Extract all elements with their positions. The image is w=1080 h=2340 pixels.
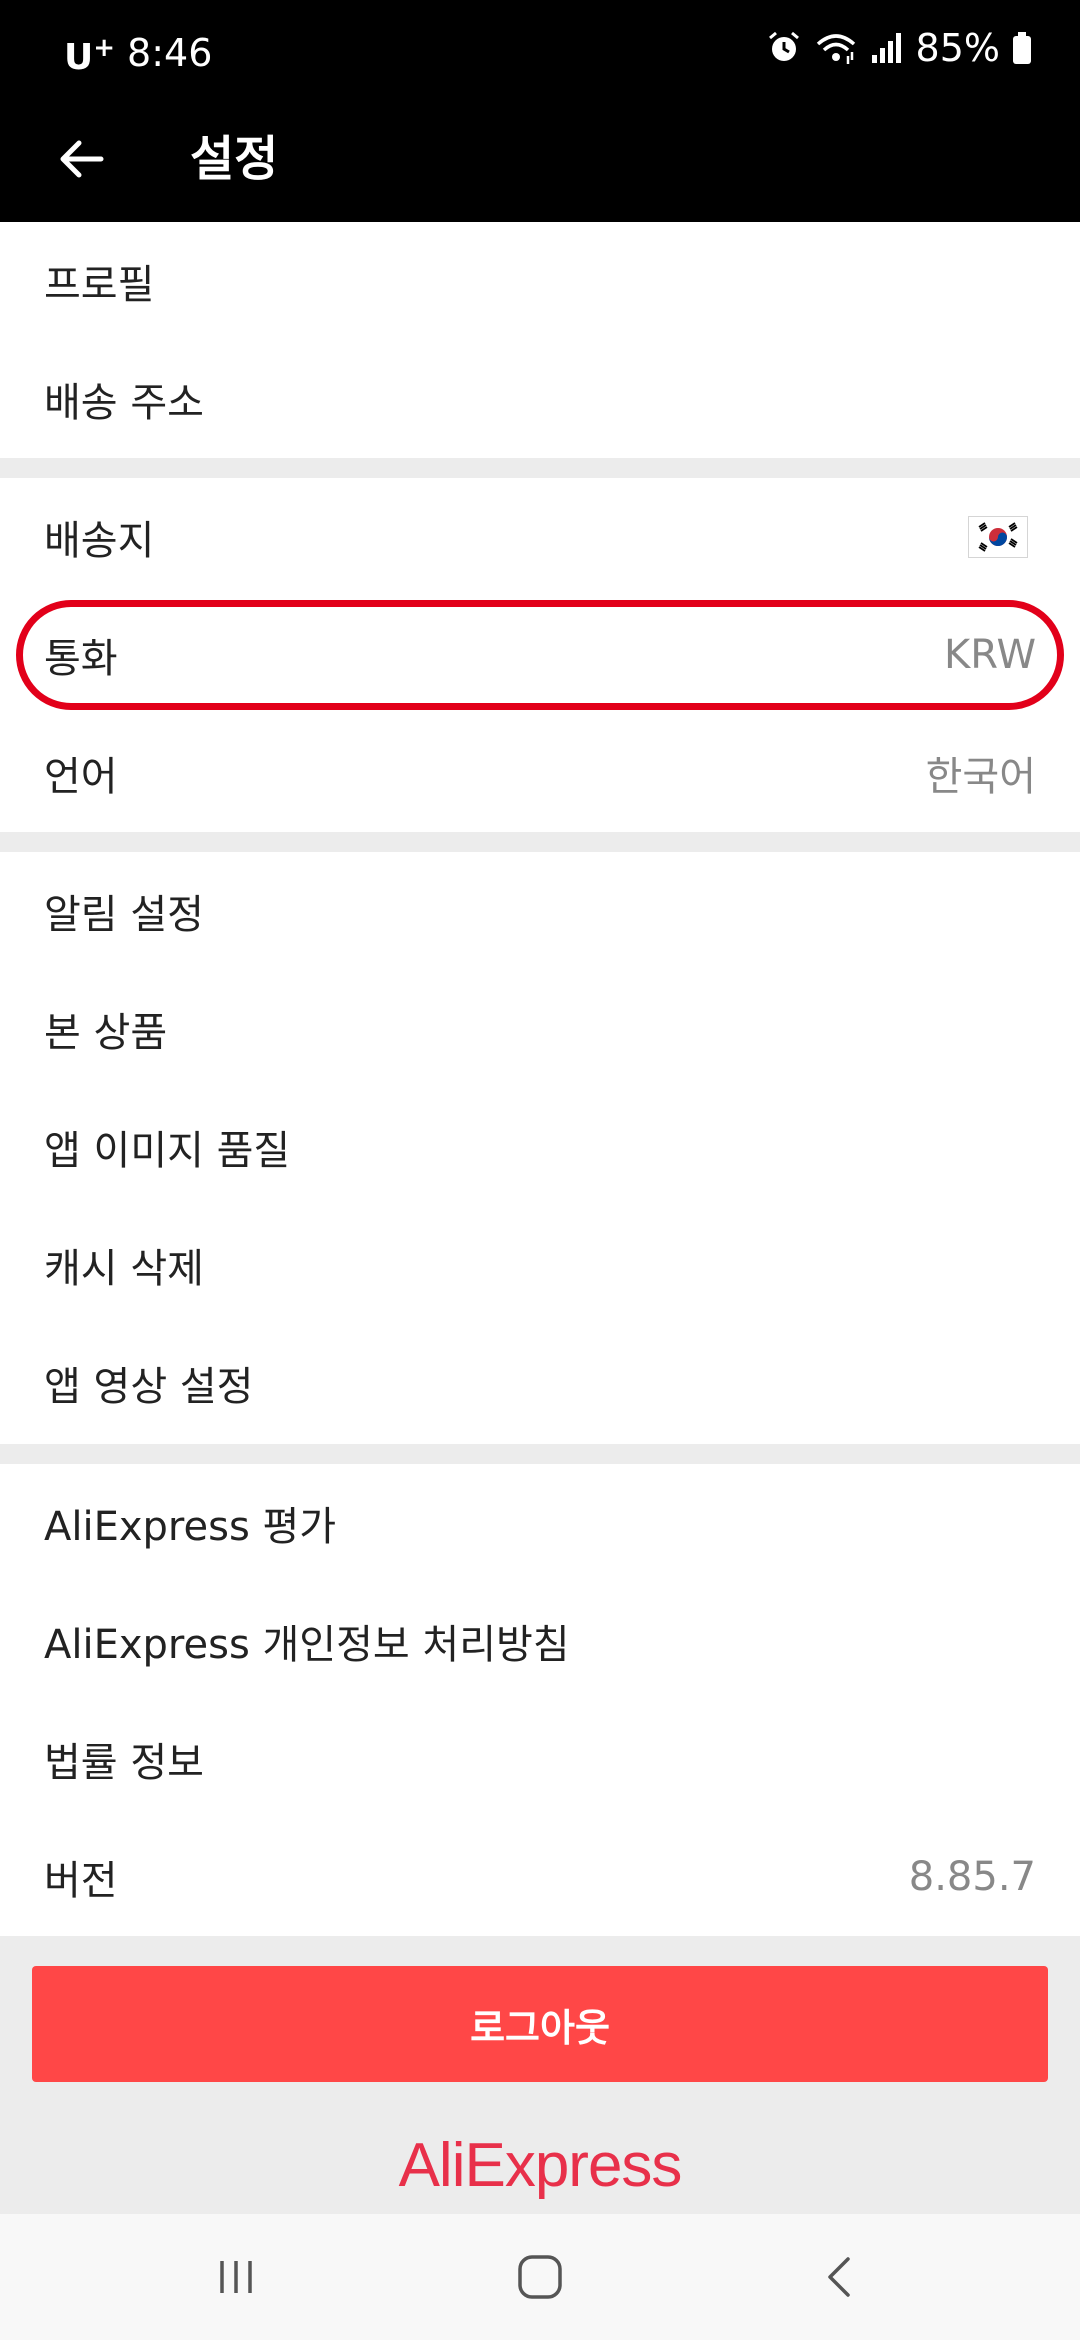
settings-item-label: 알림 설정 [44,892,204,938]
version-value: 8.85.7 [908,1854,1036,1900]
status-left: U+ 8:46 [64,22,212,84]
alarm-icon [766,30,802,66]
highlight-annotation [16,600,1064,710]
settings-item-legal-info[interactable]: 법률 정보 [0,1700,1080,1818]
settings-item-rate-app[interactable]: AliExpress 평가 [0,1464,1080,1582]
about-settings-group: AliExpress 평가 AliExpress 개인정보 처리방침 법률 정보… [0,1464,1080,1936]
battery-percent: 85% [915,26,1000,70]
carrier: U+ [64,33,116,78]
settings-item-label: 통화 [44,636,118,682]
settings-item-video-settings[interactable]: 앱 영상 설정 [0,1324,1080,1442]
settings-item-privacy-policy[interactable]: AliExpress 개인정보 처리방침 [0,1582,1080,1700]
status-time: 8:46 [127,31,213,75]
settings-item-viewed-products[interactable]: 본 상품 [0,970,1080,1088]
region-settings-group: 배송지 통화 KRW 언어 한국어 [0,478,1080,832]
settings-item-shipping-address[interactable]: 배송 주소 [0,340,1080,458]
settings-item-label: 버전 [44,1858,118,1904]
recents-button[interactable] [196,2237,276,2317]
settings-item-ship-to[interactable]: 배송지 [0,478,1080,596]
settings-item-label: 본 상품 [44,1010,168,1056]
settings-item-label: 캐시 삭제 [44,1246,204,1292]
recents-icon [220,2261,252,2293]
settings-item-label: AliExpress 개인정보 처리방침 [44,1622,570,1668]
settings-item-currency[interactable]: 통화 KRW [0,596,1080,714]
wifi-icon [814,30,858,66]
aliexpress-logo: AliExpress [398,2131,683,2200]
battery-icon [1012,31,1032,65]
settings-item-label: AliExpress 평가 [44,1504,337,1550]
nav-back-button[interactable] [800,2237,880,2317]
app-settings-group: 알림 설정 본 상품 앱 이미지 품질 캐시 삭제 앱 영상 설정 [0,852,1080,1444]
settings-item-notifications[interactable]: 알림 설정 [0,852,1080,970]
settings-item-clear-cache[interactable]: 캐시 삭제 [0,1206,1080,1324]
app-bar: 설정 [0,96,1080,222]
account-settings-group: 프로필 배송 주소 [0,222,1080,458]
home-button[interactable] [500,2237,580,2317]
settings-item-label: 앱 이미지 품질 [44,1128,291,1174]
korea-flag-icon [968,516,1028,558]
currency-value: KRW [944,632,1036,678]
settings-item-label: 배송 주소 [44,380,204,426]
home-icon [518,2255,562,2299]
back-icon [828,2257,850,2297]
settings-item-label: 프로필 [44,262,155,308]
back-button[interactable] [40,118,122,200]
settings-item-label: 배송지 [44,518,155,564]
settings-item-version: 버전 8.85.7 [0,1818,1080,1936]
settings-item-label: 언어 [44,754,118,800]
page-title: 설정 [190,131,279,187]
status-right: 85% [766,22,1032,74]
system-nav-bar [0,2214,1080,2340]
settings-item-label: 앱 영상 설정 [44,1364,254,1410]
settings-item-image-quality[interactable]: 앱 이미지 품질 [0,1088,1080,1206]
status-bar: U+ 8:46 85% [0,0,1080,96]
back-arrow-icon [60,140,104,178]
language-value: 한국어 [925,754,1036,800]
settings-item-profile[interactable]: 프로필 [0,222,1080,340]
signal-icon [870,31,904,65]
settings-item-language[interactable]: 언어 한국어 [0,714,1080,832]
settings-item-label: 법률 정보 [44,1740,204,1786]
logout-button[interactable]: 로그아웃 [32,1966,1048,2082]
